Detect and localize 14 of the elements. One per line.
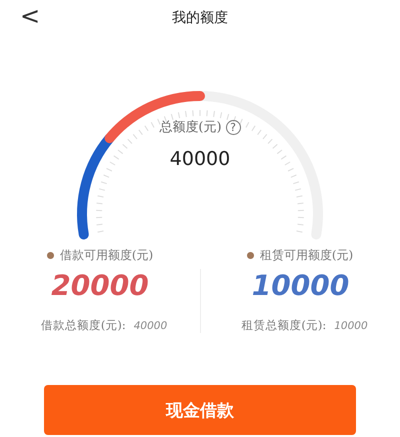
amount-value: 20000: [51, 269, 149, 302]
page-title: 我的额度: [172, 9, 228, 27]
limit-caption: 借款总额度(元):: [40, 318, 126, 333]
limit-caption-value: 40000: [134, 320, 168, 332]
total-limit-label: 总额度(元): [159, 119, 222, 136]
legend-label: 借款可用额度(元): [60, 247, 154, 264]
total-limit-value: 40000: [168, 148, 232, 170]
limit-caption-value: 10000: [334, 320, 368, 332]
amount-value: 10000: [252, 269, 350, 302]
legend-label: 租赁可用额度(元): [260, 247, 354, 264]
back-button[interactable]: <: [16, 2, 44, 30]
cash-loan-button[interactable]: 现金借款: [44, 385, 356, 435]
limit-caption: 租赁总额度(元):: [241, 318, 326, 333]
help-icon[interactable]: ?: [226, 120, 241, 134]
